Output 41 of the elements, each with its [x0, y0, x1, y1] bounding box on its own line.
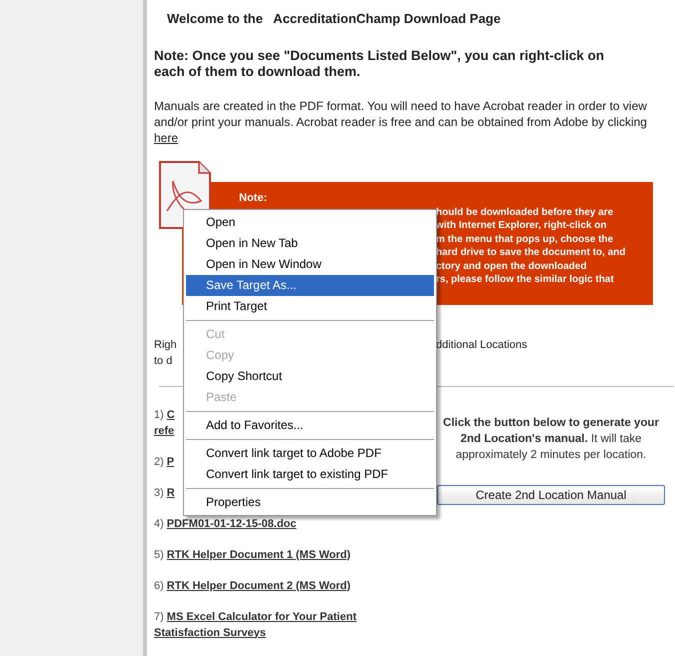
menu-item[interactable]: Convert link target to existing PDF: [186, 464, 434, 485]
document-link[interactable]: P: [166, 454, 174, 470]
generate-instructions: Click the button below to generate your 2nd Location's manual. It will take approximately 2 minutes per location.: [442, 416, 660, 462]
list-number: 4): [154, 516, 164, 532]
notice-text: ctory and open the downloaded: [436, 260, 588, 273]
list-number: 2): [154, 454, 164, 470]
download-note: Note: Once you see "Documents Listed Below", you can right-click on each of them to download them.: [154, 48, 606, 80]
document-link[interactable]: MS Excel Calculator for Your Patient: [166, 608, 356, 624]
document-link[interactable]: C: [166, 406, 175, 422]
intro-paragraph: Manuals are created in the PDF format. You will need to have Acrobat reader in order to view and/or print your manuals. Acrobat reader is free and can be obtained from Adobe by clicking here: [154, 98, 648, 146]
menu-item[interactable]: Save Target As...: [186, 275, 434, 296]
document-link[interactable]: RTK Helper Document 1 (MS Word): [166, 546, 351, 562]
menu-item[interactable]: Copy Shortcut: [186, 366, 434, 387]
menu-item[interactable]: Convert link target to Adobe PDF: [186, 443, 434, 464]
create-manual-button[interactable]: Create 2nd Location Manual: [437, 484, 665, 504]
list-number: 1): [154, 408, 164, 422]
page-heading: Welcome to the AccreditationChamp Download Page: [166, 10, 502, 28]
adobe-link[interactable]: here: [154, 130, 178, 144]
list-number: 6): [154, 578, 164, 594]
menu-item: Copy: [205, 347, 236, 364]
menu-item[interactable]: Properties: [186, 492, 434, 513]
document-link[interactable]: PDFM01-01-12-15-08.doc: [166, 516, 296, 532]
notice-title: Note:: [239, 190, 268, 206]
menu-item: Cut: [205, 326, 226, 343]
document-link[interactable]: refe: [154, 422, 174, 438]
menu-item[interactable]: Add to Favorites...: [186, 415, 434, 436]
menu-item[interactable]: Print Target: [186, 296, 434, 317]
menu-item: Paste: [205, 389, 238, 406]
instruction-text: Righ: [154, 338, 177, 350]
menu-item[interactable]: Open: [186, 212, 434, 233]
menu-item[interactable]: Open in New Tab: [186, 233, 434, 254]
notice-text: with Internet Explorer, right-click on: [436, 219, 608, 232]
document-link[interactable]: Statisfaction Surveys: [154, 624, 266, 640]
menu-item[interactable]: Open in New Window: [186, 254, 434, 275]
list-number: 3): [154, 486, 164, 500]
instruction-text: dditional Locations: [436, 338, 528, 352]
list-number: 7): [154, 610, 164, 624]
document-link[interactable]: RTK Helper Document 2 (MS Word): [166, 578, 351, 594]
instruction-text: to d: [154, 354, 172, 366]
document-link[interactable]: R: [166, 484, 175, 500]
list-number: 5): [154, 548, 164, 562]
